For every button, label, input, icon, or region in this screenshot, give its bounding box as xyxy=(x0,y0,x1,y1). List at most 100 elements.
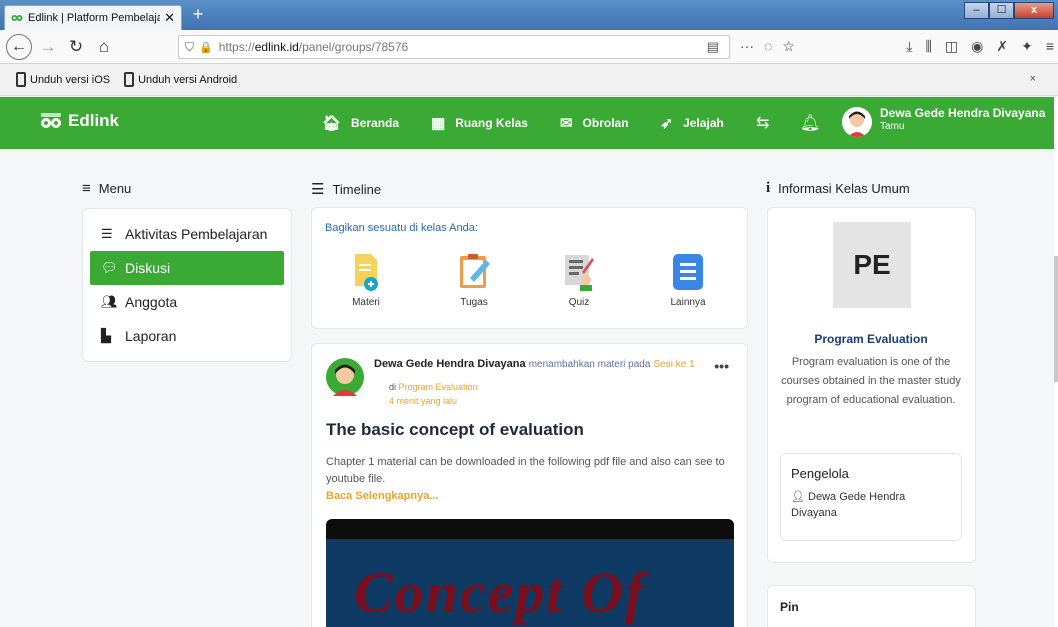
pin-title: Pin xyxy=(780,600,799,614)
close-icon[interactable]: × xyxy=(1030,73,1036,85)
nav-beranda[interactable]: 🏠︎ Beranda xyxy=(322,114,399,132)
more-list-icon xyxy=(673,254,703,290)
post-verb: menambahkan materi pada xyxy=(528,359,651,370)
pocket-icon[interactable]: ◌ xyxy=(764,38,772,55)
edlink-logo[interactable]: Edlink xyxy=(40,111,119,131)
post-image[interactable]: Concept Of xyxy=(326,519,734,627)
bell-icon[interactable]: 🔔︎ xyxy=(800,113,820,133)
account-icon[interactable]: ◉ xyxy=(971,38,983,55)
rocket-icon: ➶ xyxy=(660,115,674,132)
class-initials: PE xyxy=(833,222,911,308)
back-button[interactable]: ← xyxy=(6,33,32,60)
tab-title: Edlink | Platform Pembelajaran xyxy=(28,12,161,24)
share-option-label: Tugas xyxy=(460,297,488,308)
url-path: /panel/groups/78576 xyxy=(298,40,409,54)
post-author[interactable]: Dewa Gede Hendra Divayana xyxy=(374,358,526,370)
arrow-right-icon: → xyxy=(39,36,57,56)
page-scrollbar-thumb[interactable] xyxy=(1054,256,1058,382)
menu-hamburger-icon[interactable]: ≡ xyxy=(1046,38,1054,55)
manager-entry[interactable]: 👤︎ Dewa Gede Hendra Divayana xyxy=(791,489,951,521)
share-option-label: Quiz xyxy=(568,297,590,308)
post-title[interactable]: The basic concept of evaluation xyxy=(326,420,584,440)
bookmark-star-icon[interactable]: ☆ xyxy=(782,38,795,55)
menu-item-label: Aktivitas Pembelajaran xyxy=(125,226,268,242)
menu-item-laporan[interactable]: ▙ Laporan xyxy=(90,319,284,353)
post-course: di Program Evaluation xyxy=(389,382,478,392)
users-icon: 👥︎ xyxy=(101,294,118,309)
lock-icon: 🔒 xyxy=(199,41,213,54)
title-bar: Edlink | Platform Pembelajaran ✕ + – ☐ x xyxy=(0,0,1058,30)
share-card: Bagikan sesuatu di kelas Anda: Materi Tu… xyxy=(311,207,748,329)
share-materi-button[interactable]: Materi xyxy=(336,252,396,308)
shield-icon: ⛉ xyxy=(185,39,195,54)
comments-icon: 💬︎ xyxy=(101,260,118,275)
menu-item-label: Laporan xyxy=(125,328,177,344)
phone-icon xyxy=(16,72,26,87)
post-image-text: Concept Of xyxy=(354,560,647,625)
manager-name: Dewa Gede Hendra Divayana xyxy=(791,491,906,519)
manager-box: Pengelola 👤︎ Dewa Gede Hendra Divayana xyxy=(780,453,962,541)
menu-card: ☰ Aktivitas Pembelajaran 💬︎ Diskusi 👥︎ Angg… xyxy=(82,208,292,362)
nav-jelajah[interactable]: ➶ Jelajah xyxy=(661,114,724,132)
owl-logo-icon xyxy=(41,113,61,128)
toolbar-right: ⤓ ⫼ ◫ ◉ ✗ ✦ ≡ xyxy=(906,38,1054,55)
read-more-link[interactable]: Baca Selengkapnya... xyxy=(326,490,439,502)
tab-close-icon[interactable]: ✕ xyxy=(164,10,175,26)
url-domain: edlink.id xyxy=(254,40,299,54)
address-bar[interactable]: ⛉ 🔒 https://edlink.id/panel/groups/78576… xyxy=(178,35,730,59)
more-actions-icon[interactable]: ··· xyxy=(740,38,754,55)
home-button[interactable]: ⌂ xyxy=(92,35,116,59)
share-quiz-button[interactable]: Quiz xyxy=(549,252,609,308)
info-heading-label: Informasi Kelas Umum xyxy=(778,181,910,196)
edlink-favicon-icon xyxy=(11,15,23,21)
app-header: Edlink 🏠︎ Beranda ▦ Ruang Kelas ✉ Obrolan ➶… xyxy=(0,97,1058,149)
menu-item-anggota[interactable]: 👥︎ Anggota xyxy=(90,285,284,319)
sidebar-icon[interactable]: ◫ xyxy=(945,38,958,55)
post-session-link[interactable]: Sesi ke 1 xyxy=(654,359,695,370)
extension-puzzle-icon[interactable]: ✦ xyxy=(1021,38,1033,55)
manager-title: Pengelola xyxy=(791,466,849,481)
post-time: 4 menit yang lalu xyxy=(389,396,458,406)
chart-icon: ▙ xyxy=(101,328,111,343)
post-in-label: di xyxy=(389,382,397,392)
window-controls: – ☐ x xyxy=(964,2,1054,19)
avatar xyxy=(842,107,872,137)
post-options-button[interactable]: ••• xyxy=(714,358,729,374)
post-course-link[interactable]: Program Evaluation xyxy=(399,382,478,392)
reader-view-icon[interactable]: ▤ xyxy=(707,39,719,55)
new-tab-button[interactable]: + xyxy=(188,5,208,25)
minimize-button[interactable]: – xyxy=(964,2,989,19)
share-lainnya-button[interactable]: Lainnya xyxy=(658,252,718,308)
library-icon[interactable]: ⫼ xyxy=(925,38,931,55)
download-icon[interactable]: ⤓ xyxy=(906,38,912,55)
clipboard-icon xyxy=(460,254,490,288)
main-nav: 🏠︎ Beranda ▦ Ruang Kelas ✉ Obrolan ➶ Jelajah xyxy=(322,97,756,149)
user-profile[interactable]: Dewa Gede Hendra Divayana Tamu xyxy=(842,106,1045,137)
timeline-heading-label: Timeline xyxy=(332,181,382,197)
forward-button[interactable]: → xyxy=(36,35,60,59)
browser-tab[interactable]: Edlink | Platform Pembelajaran ✕ xyxy=(4,5,182,30)
info-icon: i xyxy=(766,180,771,196)
browser-window: Edlink | Platform Pembelajaran ✕ + – ☐ x… xyxy=(0,0,1058,627)
avatar xyxy=(326,358,364,396)
nav-ruang-kelas[interactable]: ▦ Ruang Kelas xyxy=(431,114,528,132)
maximize-button[interactable]: ☐ xyxy=(989,2,1014,19)
user-name: Dewa Gede Hendra Divayana xyxy=(880,106,1046,120)
share-tugas-button[interactable]: Tugas xyxy=(444,252,504,308)
phone-icon xyxy=(124,72,135,87)
menu-item-diskusi[interactable]: 💬︎ Diskusi xyxy=(90,251,284,285)
nav-obrolan[interactable]: ✉ Obrolan xyxy=(560,114,629,132)
extension-x-icon[interactable]: ✗ xyxy=(996,38,1008,55)
align-left-icon: ☰ xyxy=(311,181,325,198)
post-card: Dewa Gede Hendra Divayana menambahkan ma… xyxy=(311,343,748,627)
class-info-card: PE Program Evaluation Program evaluation… xyxy=(767,207,976,563)
download-ios-link[interactable]: Unduh versi iOS xyxy=(30,74,110,86)
switch-account-icon[interactable]: ⇆ xyxy=(756,113,769,133)
download-android-link[interactable]: Unduh versi Android xyxy=(138,74,237,86)
reload-button[interactable]: ↻ xyxy=(64,35,88,59)
class-description: Program evaluation is one of the courses… xyxy=(781,356,961,406)
user-role: Tamu xyxy=(880,121,905,132)
menu-item-aktivitas[interactable]: ☰ Aktivitas Pembelajaran xyxy=(90,217,284,251)
close-window-button[interactable]: x xyxy=(1014,2,1054,19)
url-prefix: https:// xyxy=(218,40,255,54)
